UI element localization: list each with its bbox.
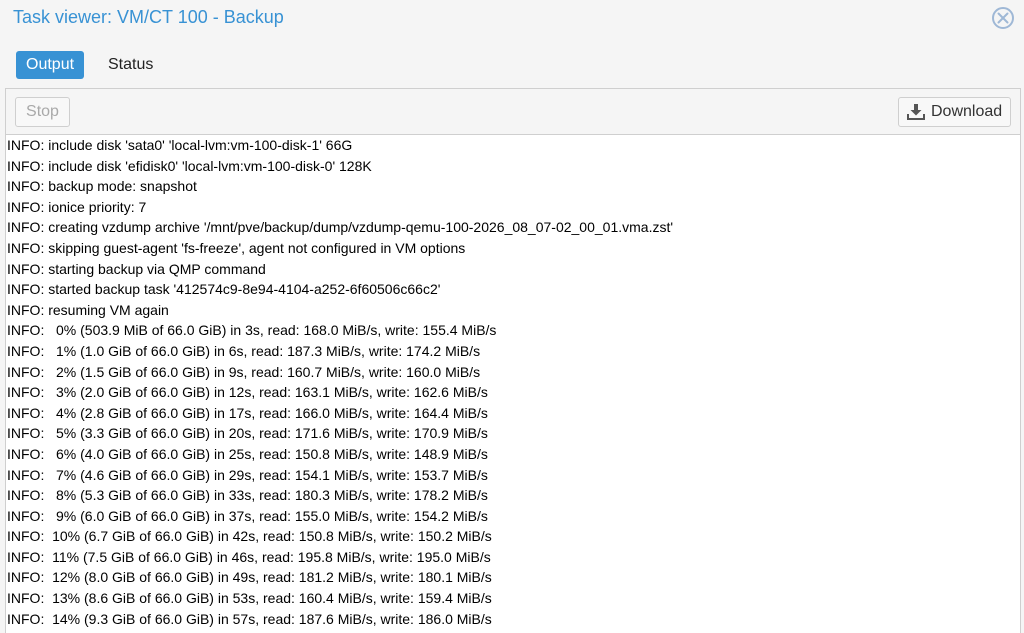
log-line: INFO: include disk 'sata0' 'local-lvm:vm… [7,137,353,153]
download-button[interactable]: Download [898,97,1011,127]
log-line: INFO: 1% (1.0 GiB of 66.0 GiB) in 6s, re… [7,342,481,359]
log-line: INFO: starting backup via QMP command [7,260,266,277]
log-line: INFO: 9% (6.0 GiB of 66.0 GiB) in 37s, r… [7,507,488,524]
log-line: INFO: 6% (4.0 GiB of 66.0 GiB) in 25s, r… [7,445,488,462]
log-line: INFO: include disk 'efidisk0' 'local-lvm… [7,157,372,174]
log-line: INFO: skipping guest-agent 'fs-freeze', … [7,239,466,256]
stop-button[interactable]: Stop [15,97,70,127]
window-title: Task viewer: VM/CT 100 - Backup [13,7,284,27]
log-line: INFO: creating vzdump archive '/mnt/pve/… [7,219,674,236]
log-line: INFO: 3% (2.0 GiB of 66.0 GiB) in 12s, r… [7,384,488,401]
log-line: INFO: 12% (8.0 GiB of 66.0 GiB) in 49s, … [7,569,492,586]
output-panel: Stop Download INFO: include disk 'sata0'… [5,88,1021,633]
log-line: INFO: 13% (8.6 GiB of 66.0 GiB) in 53s, … [7,590,492,607]
task-viewer-window: Task viewer: VM/CT 100 - Backup Output S… [0,0,1024,633]
log-line: INFO: 10% (6.7 GiB of 66.0 GiB) in 42s, … [7,528,492,545]
log-line: INFO: 0% (503.9 MiB of 66.0 GiB) in 3s, … [7,322,497,339]
log-line: INFO: 5% (3.3 GiB of 66.0 GiB) in 20s, r… [7,425,488,442]
log-line: INFO: 2% (1.5 GiB of 66.0 GiB) in 9s, re… [7,363,481,380]
log-line: INFO: started backup task '412574c9-8e94… [7,281,441,298]
tab-status[interactable]: Status [98,51,163,79]
log-line: INFO: 7% (4.6 GiB of 66.0 GiB) in 29s, r… [7,466,488,483]
close-icon [997,12,1009,24]
title-bar: Task viewer: VM/CT 100 - Backup [0,0,1024,36]
close-button[interactable] [992,7,1014,29]
log-line: INFO: 8% (5.3 GiB of 66.0 GiB) in 33s, r… [7,487,488,504]
log-line: INFO: 11% (7.5 GiB of 66.0 GiB) in 46s, … [7,548,491,565]
download-label: Download [931,103,1003,120]
log-line: INFO: ionice priority: 7 [7,198,147,215]
tab-bar: Output Status [0,36,1024,86]
log-line: INFO: 14% (9.3 GiB of 66.0 GiB) in 57s, … [7,610,492,627]
log-line: INFO: 4% (2.8 GiB of 66.0 GiB) in 17s, r… [7,404,488,421]
log-line: INFO: 15% (10.0 GiB of 66.0 GiB) in 1m 1… [6,629,1020,633]
task-log-output[interactable]: INFO: include disk 'sata0' 'local-lvm:vm… [6,135,1020,633]
log-line: INFO: backup mode: snapshot [7,178,197,195]
output-toolbar: Stop Download [6,89,1020,135]
log-line: INFO: resuming VM again [7,301,169,318]
tab-output[interactable]: Output [16,51,85,79]
download-icon [907,104,925,120]
